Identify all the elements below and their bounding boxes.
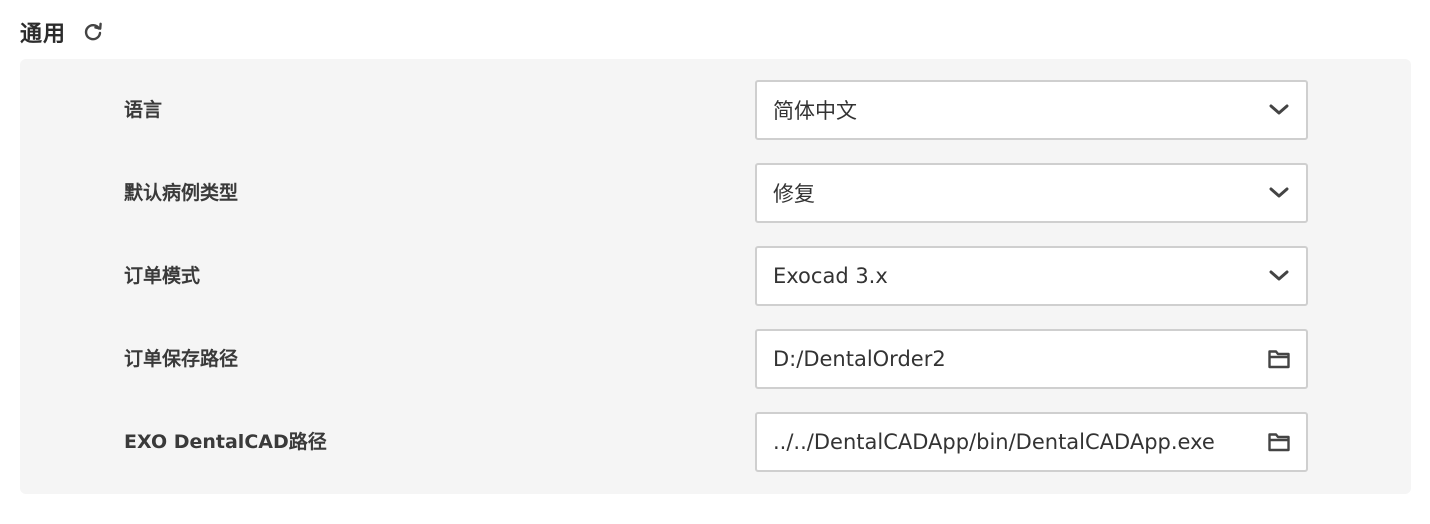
folder-icon[interactable] — [1264, 427, 1294, 457]
section-title: 通用 — [20, 22, 67, 47]
default-case-type-label: 默认病例类型 — [124, 182, 239, 204]
order-mode-label: 订单模式 — [124, 265, 201, 287]
order-mode-value: Exocad 3.x — [773, 264, 888, 288]
default-case-type-value: 修复 — [773, 182, 815, 206]
setting-row-default-case-type: 默认病例类型 修复 — [20, 163, 1411, 223]
section-header: 通用 — [20, 14, 104, 50]
refresh-icon[interactable] — [82, 21, 104, 43]
order-save-path-picker[interactable]: D:/DentalOrder2 — [755, 329, 1308, 389]
default-case-type-dropdown[interactable]: 修复 — [755, 163, 1308, 223]
settings-panel: 语言 简体中文 默认病例类型 修复 订单模式 Exocad 3.x 订单保存路径 — [20, 59, 1411, 494]
order-mode-dropdown[interactable]: Exocad 3.x — [755, 246, 1308, 306]
order-save-path-label: 订单保存路径 — [124, 348, 239, 370]
language-value: 简体中文 — [773, 99, 857, 123]
exo-dentalcad-path-picker[interactable]: ../../DentalCADApp/bin/DentalCADApp.exe — [755, 412, 1308, 472]
setting-row-order-mode: 订单模式 Exocad 3.x — [20, 246, 1411, 306]
folder-icon[interactable] — [1264, 344, 1294, 374]
setting-row-language: 语言 简体中文 — [20, 80, 1411, 140]
setting-row-exo-dentalcad-path: EXO DentalCAD路径 ../../DentalCADApp/bin/D… — [20, 412, 1411, 472]
chevron-down-icon — [1264, 95, 1294, 125]
exo-dentalcad-path-label: EXO DentalCAD路径 — [124, 431, 327, 453]
exo-dentalcad-path-value: ../../DentalCADApp/bin/DentalCADApp.exe — [773, 430, 1215, 454]
chevron-down-icon — [1264, 178, 1294, 208]
order-save-path-value: D:/DentalOrder2 — [773, 347, 946, 371]
language-dropdown[interactable]: 简体中文 — [755, 80, 1308, 140]
setting-row-order-save-path: 订单保存路径 D:/DentalOrder2 — [20, 329, 1411, 389]
chevron-down-icon — [1264, 261, 1294, 291]
language-label: 语言 — [124, 99, 163, 121]
